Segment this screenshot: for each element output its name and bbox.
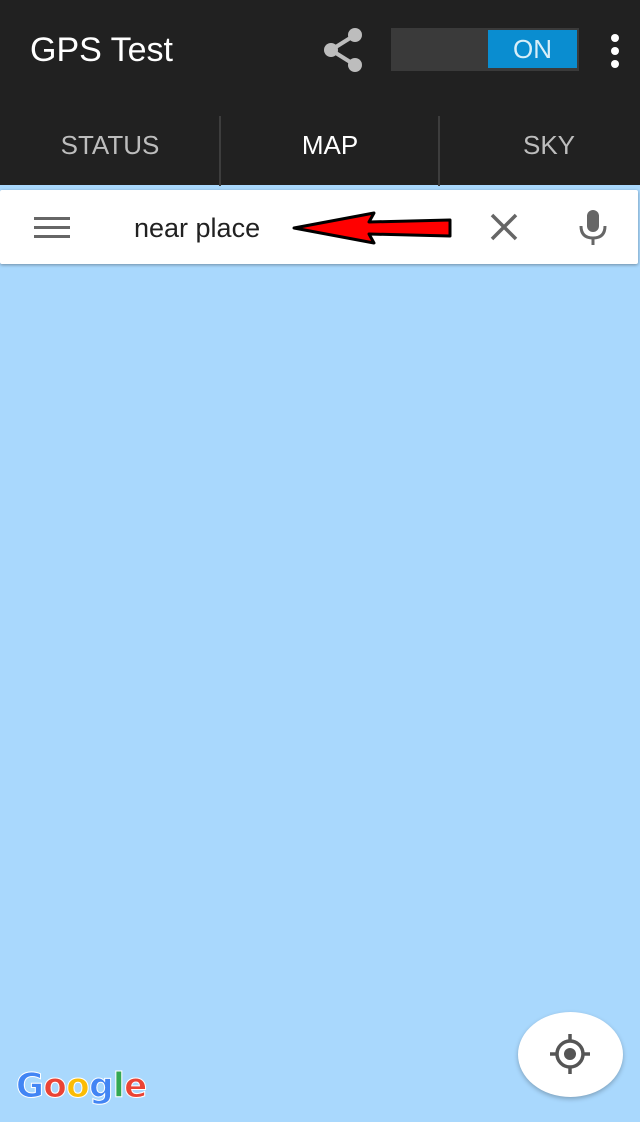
app-bar: GPS Test ON	[0, 0, 640, 100]
more-vert-icon[interactable]	[600, 28, 630, 72]
tab-map[interactable]: MAP	[221, 100, 439, 185]
gps-toggle-on-label[interactable]: ON	[488, 30, 577, 68]
my-location-button[interactable]	[518, 1012, 623, 1097]
hamburger-menu-icon[interactable]	[34, 217, 70, 239]
close-icon[interactable]	[488, 211, 520, 243]
microphone-icon[interactable]	[578, 208, 608, 246]
tab-status[interactable]: STATUS	[0, 100, 220, 185]
google-attribution-logo: Google	[15, 1066, 147, 1107]
tab-bar: STATUS MAP SKY	[0, 100, 640, 186]
share-icon[interactable]	[318, 26, 368, 74]
red-arrow-annotation	[292, 211, 452, 245]
my-location-icon	[550, 1034, 590, 1074]
search-input[interactable]: near place	[134, 212, 260, 244]
app-title: GPS Test	[30, 31, 173, 69]
tab-sky[interactable]: SKY	[440, 100, 640, 185]
